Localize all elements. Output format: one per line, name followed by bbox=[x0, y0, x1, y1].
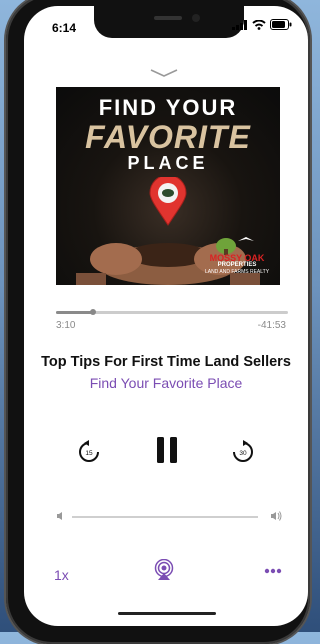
volume-slider[interactable] bbox=[72, 516, 258, 518]
artwork-line1: FIND YOUR bbox=[98, 95, 238, 120]
more-icon[interactable] bbox=[264, 568, 282, 574]
logo-text-secondary: PROPERTIES bbox=[217, 262, 257, 268]
status-time: 6:14 bbox=[52, 21, 77, 35]
remaining-time: -41:53 bbox=[257, 320, 286, 331]
scrubber-knob[interactable] bbox=[90, 309, 97, 315]
skip-forward-label: 30 bbox=[239, 450, 247, 457]
tree-logo-icon bbox=[216, 237, 254, 255]
location-pin-icon bbox=[149, 177, 187, 226]
elapsed-time: 3:10 bbox=[56, 320, 76, 331]
skip-back-label: 15 bbox=[85, 450, 93, 457]
artwork-line2: FAVORITE bbox=[85, 119, 251, 155]
logo-text-tertiary: LAND AND FARMS REALTY bbox=[204, 269, 270, 275]
phone-frame: 6:14 FIND YOUR FAVORITE PLACE MOSSY OAK … bbox=[6, 0, 310, 644]
playback-scrubber[interactable] bbox=[56, 309, 288, 315]
notch bbox=[94, 6, 244, 38]
playback-speed-button[interactable]: 1x bbox=[54, 567, 69, 583]
mossy-oak-logo: MOSSY OAK PROPERTIES LAND AND FARMS REAL… bbox=[202, 235, 272, 277]
volume-high-icon bbox=[271, 511, 282, 521]
scrubber-progress bbox=[56, 311, 94, 314]
skip-back-15-icon[interactable]: 15 bbox=[76, 439, 102, 465]
wifi-icon bbox=[252, 19, 266, 30]
episode-title: Top Tips For First Time Land Sellers bbox=[41, 354, 291, 370]
skip-forward-30-icon[interactable]: 30 bbox=[230, 439, 256, 465]
chevron-down-icon[interactable] bbox=[149, 68, 179, 78]
status-icons bbox=[232, 19, 292, 30]
artwork-line3: PLACE bbox=[127, 153, 209, 173]
signal-icon bbox=[232, 19, 247, 30]
speaker bbox=[154, 16, 182, 20]
battery-icon bbox=[270, 19, 292, 30]
pause-icon[interactable] bbox=[156, 436, 178, 464]
home-indicator[interactable] bbox=[118, 612, 216, 615]
podcast-airplay-icon[interactable] bbox=[152, 559, 176, 581]
show-title-link[interactable]: Find Your Favorite Place bbox=[24, 375, 308, 391]
volume-low-icon bbox=[57, 512, 62, 520]
episode-artwork: FIND YOUR FAVORITE PLACE MOSSY OAK PROPE… bbox=[56, 87, 280, 285]
screen: 6:14 FIND YOUR FAVORITE PLACE MOSSY OAK … bbox=[24, 6, 308, 626]
camera bbox=[192, 14, 200, 22]
